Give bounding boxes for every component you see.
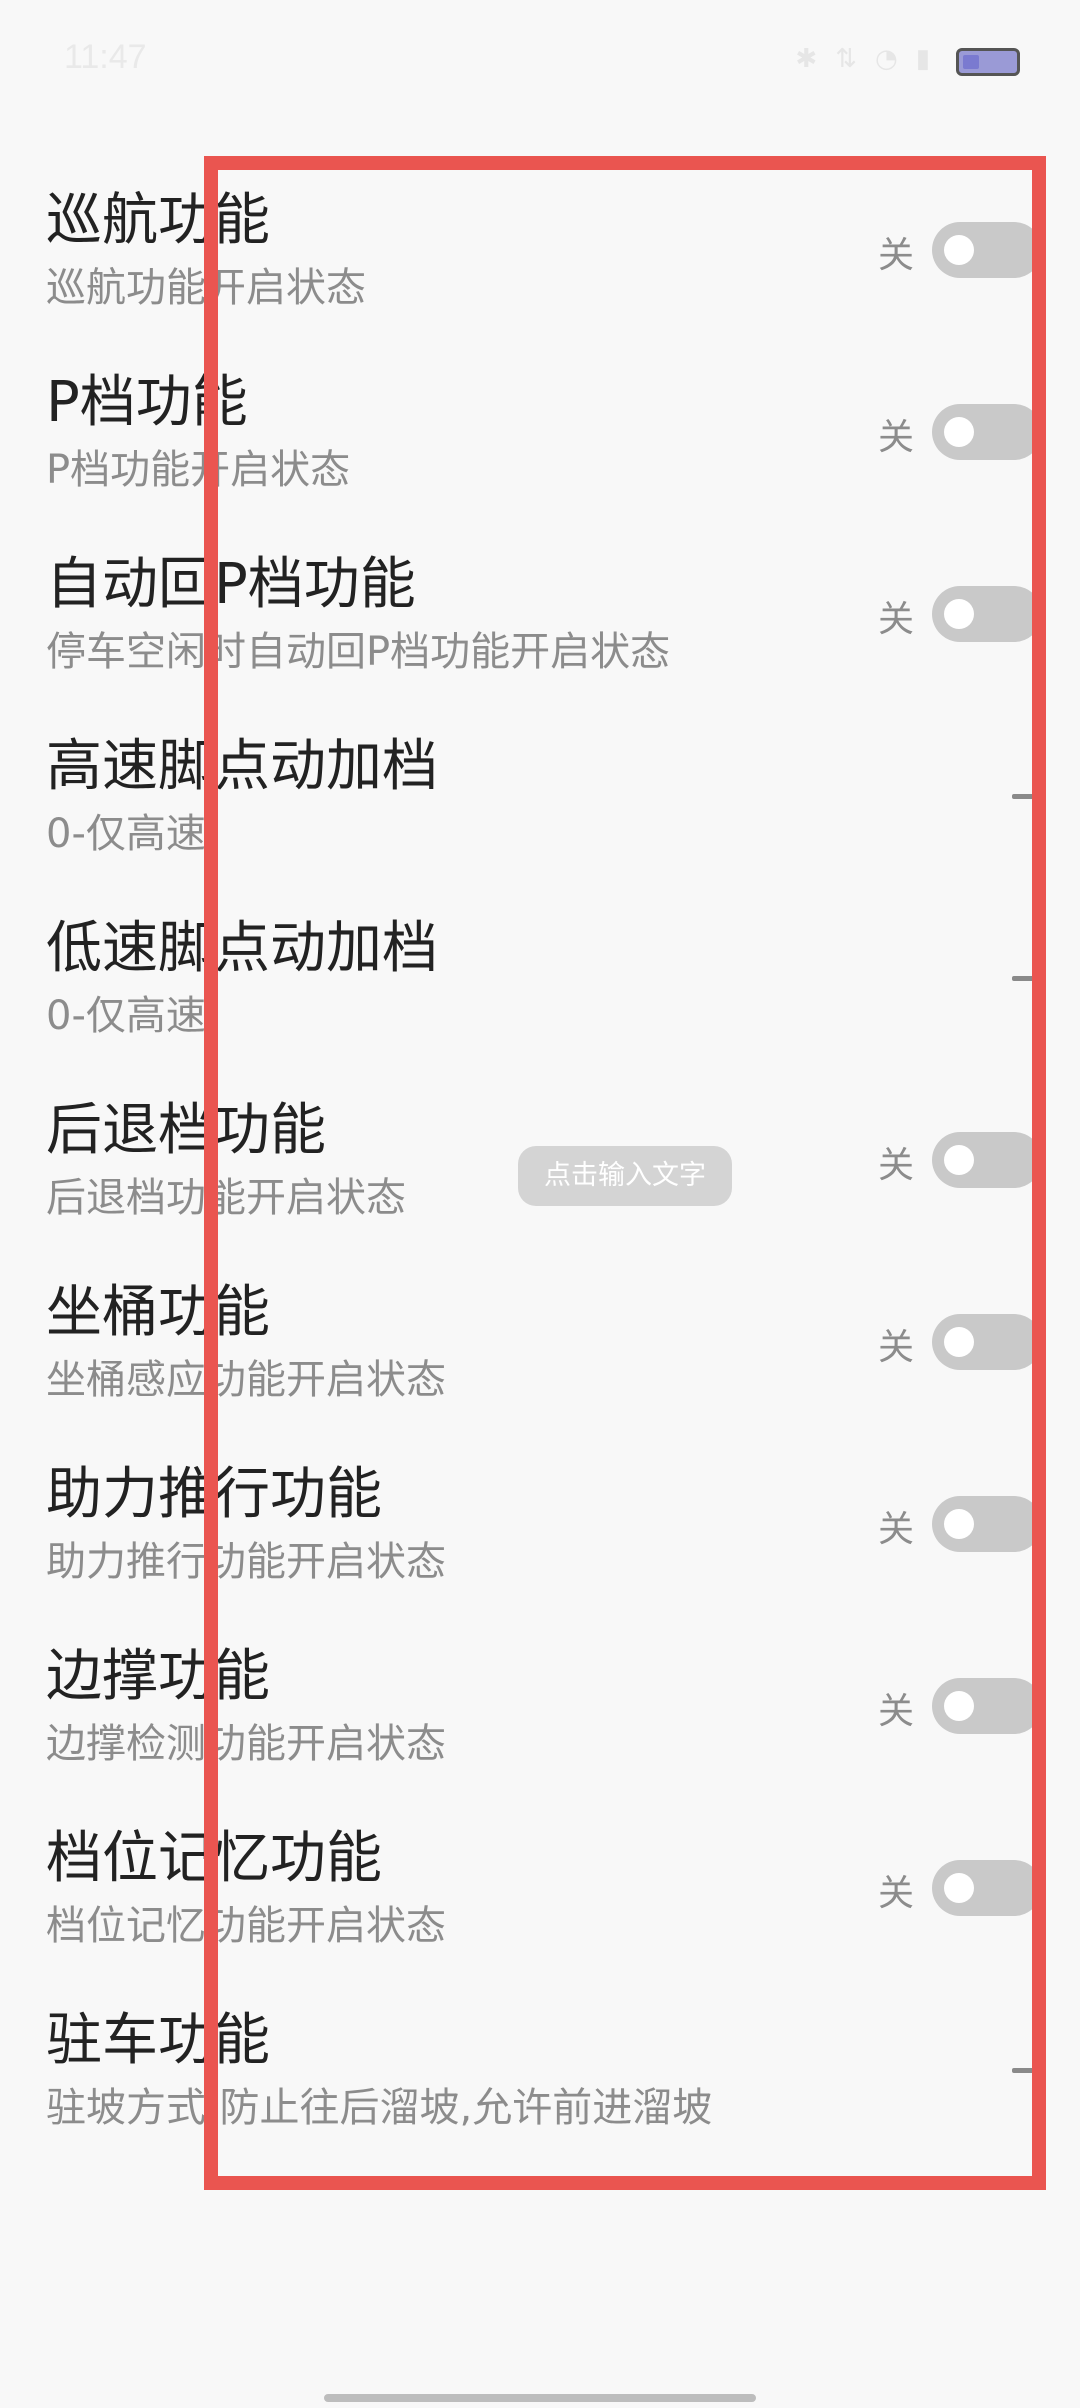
setting-row-auto-p: 自动回P档功能 停车空闲时自动回P档功能开启状态 关 (0, 532, 1080, 714)
row-title: 低速脚点动加档 (46, 916, 438, 981)
row-subtitle: 档位记忆功能开启状态 (46, 1903, 446, 1949)
toggle-knob (944, 1145, 974, 1175)
home-indicator[interactable] (324, 2394, 756, 2402)
dropdown-indicator-icon (1012, 794, 1036, 799)
row-title: 驻车功能 (46, 2008, 270, 2073)
battery-icon (956, 48, 1020, 76)
row-title: 边撑功能 (46, 1644, 270, 1709)
toggle-state-label: 关 (878, 1145, 915, 1186)
toggle-knob (944, 599, 974, 629)
dropdown-indicator-icon (1012, 976, 1036, 981)
row-title: 坐桶功能 (46, 1280, 270, 1345)
row-title: P档功能 (46, 370, 248, 435)
row-subtitle: 停车空闲时自动回P档功能开启状态 (46, 629, 671, 675)
row-subtitle: 驻坡方式:防止往后溜坡,允许前进溜坡 (46, 2085, 713, 2131)
setting-row-low-speed-upshift[interactable]: 低速脚点动加档 0-仅高速 (0, 896, 1080, 1078)
status-time: 11:47 (64, 38, 147, 76)
row-subtitle: 坐桶感应功能开启状态 (46, 1357, 446, 1403)
row-subtitle: 助力推行功能开启状态 (46, 1539, 446, 1585)
setting-row-cruise: 巡航功能 巡航功能开启状态 关 (0, 168, 1080, 350)
row-title: 巡航功能 (46, 188, 270, 253)
signal-icon: ▮ (915, 44, 930, 74)
row-title: 高速脚点动加档 (46, 734, 438, 799)
row-subtitle: 0-仅高速 (46, 811, 206, 857)
row-subtitle: 边撑检测功能开启状态 (46, 1721, 446, 1767)
toggle-knob (944, 1509, 974, 1539)
toggle-state-label: 关 (878, 1327, 915, 1368)
row-title: 自动回P档功能 (46, 552, 416, 617)
text-input-hint-button[interactable]: 点击输入文字 (518, 1146, 732, 1206)
status-bar: 11:47 ✱ ⇅ ◔ ▮ (0, 0, 1080, 110)
reverse-toggle[interactable] (932, 1132, 1042, 1188)
toggle-state-label: 关 (878, 1691, 915, 1732)
bluetooth-icon: ✱ (795, 44, 818, 74)
setting-row-p-gear: P档功能 P档功能开启状态 关 (0, 350, 1080, 532)
toggle-knob (944, 1327, 974, 1357)
toggle-state-label: 关 (878, 417, 915, 458)
row-subtitle: 后退档功能开启状态 (46, 1175, 406, 1221)
toggle-state-label: 关 (878, 1509, 915, 1550)
toggle-state-label: 关 (878, 599, 915, 640)
toggle-state-label: 关 (878, 1873, 915, 1914)
setting-row-high-speed-upshift[interactable]: 高速脚点动加档 0-仅高速 (0, 714, 1080, 896)
row-subtitle: 巡航功能开启状态 (46, 265, 366, 311)
cruise-toggle[interactable] (932, 222, 1042, 278)
seat-toggle[interactable] (932, 1314, 1042, 1370)
row-title: 助力推行功能 (46, 1462, 382, 1527)
row-subtitle: P档功能开启状态 (46, 447, 351, 493)
status-icons: ✱ ⇅ ◔ ▮ (795, 44, 930, 74)
gear-memory-toggle[interactable] (932, 1860, 1042, 1916)
setting-row-parking[interactable]: 驻车功能 驻坡方式:防止往后溜坡,允许前进溜坡 (0, 1988, 1080, 2170)
row-title: 后退档功能 (46, 1098, 326, 1163)
p-gear-toggle[interactable] (932, 404, 1042, 460)
auto-p-toggle[interactable] (932, 586, 1042, 642)
toggle-knob (944, 235, 974, 265)
setting-row-seat: 坐桶功能 坐桶感应功能开启状态 关 (0, 1260, 1080, 1442)
toggle-knob (944, 1873, 974, 1903)
row-subtitle: 0-仅高速 (46, 993, 206, 1039)
assist-push-toggle[interactable] (932, 1496, 1042, 1552)
setting-row-assist-push: 助力推行功能 助力推行功能开启状态 关 (0, 1442, 1080, 1624)
row-title: 档位记忆功能 (46, 1826, 382, 1891)
kickstand-toggle[interactable] (932, 1678, 1042, 1734)
wifi-icon: ◔ (875, 44, 898, 74)
data-icon: ⇅ (835, 44, 857, 74)
toggle-state-label: 关 (878, 235, 915, 276)
toggle-knob (944, 417, 974, 447)
toggle-knob (944, 1691, 974, 1721)
dropdown-indicator-icon (1012, 2068, 1036, 2073)
setting-row-kickstand: 边撑功能 边撑检测功能开启状态 关 (0, 1624, 1080, 1806)
setting-row-gear-memory: 档位记忆功能 档位记忆功能开启状态 关 (0, 1806, 1080, 1988)
